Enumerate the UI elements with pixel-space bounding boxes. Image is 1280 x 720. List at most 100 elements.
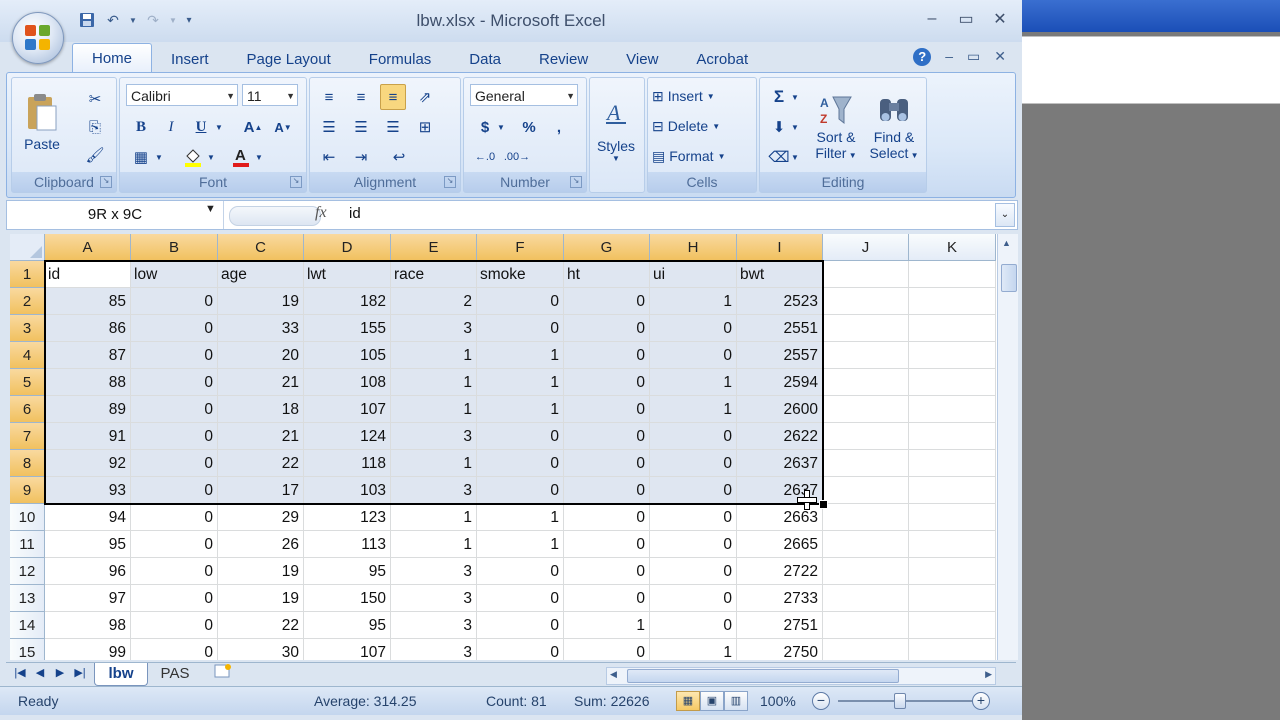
cell-g5[interactable]: 0	[564, 369, 650, 396]
percent-icon[interactable]: %	[516, 114, 542, 140]
align-middle-icon[interactable]: ≡	[348, 84, 374, 110]
cell-i2[interactable]: 2523	[737, 288, 823, 315]
cell-d10[interactable]: 123	[304, 504, 391, 531]
cell-h11[interactable]: 0	[650, 531, 737, 558]
zoom-level[interactable]: 100%	[760, 693, 796, 709]
cell-d2[interactable]: 182	[304, 288, 391, 315]
row-header-15[interactable]: 15	[10, 639, 45, 660]
column-header-i[interactable]: I	[737, 234, 823, 261]
italic-icon[interactable]: I	[158, 114, 184, 140]
row-header-8[interactable]: 8	[10, 450, 45, 477]
cell-d6[interactable]: 107	[304, 396, 391, 423]
cell-e12[interactable]: 3	[391, 558, 477, 585]
borders-icon[interactable]: ▦	[128, 144, 154, 170]
cell-g10[interactable]: 0	[564, 504, 650, 531]
zoom-in-icon[interactable]: +	[972, 692, 990, 710]
vertical-scrollbar[interactable]: ▲	[997, 234, 1018, 660]
cell-b15[interactable]: 0	[131, 639, 218, 660]
cell-h15[interactable]: 1	[650, 639, 737, 660]
cell-h2[interactable]: 1	[650, 288, 737, 315]
row-header-11[interactable]: 11	[10, 531, 45, 558]
cell-a5[interactable]: 88	[45, 369, 131, 396]
number-launcher-icon[interactable]: ↘	[570, 176, 582, 188]
column-header-k[interactable]: K	[909, 234, 996, 261]
cell-a6[interactable]: 89	[45, 396, 131, 423]
cell-g12[interactable]: 0	[564, 558, 650, 585]
fill-color-dropdown-icon[interactable]: ▼	[204, 144, 218, 170]
underline-icon[interactable]: U	[188, 114, 214, 140]
wrap-text-icon[interactable]: ↩	[386, 144, 412, 170]
cell-j8[interactable]	[823, 450, 909, 477]
cell-f3[interactable]: 0	[477, 315, 564, 342]
customize-qat-icon[interactable]: ▾	[182, 9, 196, 31]
cell-b7[interactable]: 0	[131, 423, 218, 450]
cell-e1[interactable]: race	[391, 261, 477, 288]
help-icon[interactable]: ?	[913, 48, 932, 66]
cell-b4[interactable]: 0	[131, 342, 218, 369]
cell-g11[interactable]: 0	[564, 531, 650, 558]
tab-insert[interactable]: Insert	[152, 46, 228, 72]
row-header-9[interactable]: 9	[10, 477, 45, 504]
cell-i13[interactable]: 2733	[737, 585, 823, 612]
cell-c2[interactable]: 19	[218, 288, 304, 315]
zoom-out-icon[interactable]: −	[812, 692, 830, 710]
cell-e8[interactable]: 1	[391, 450, 477, 477]
row-header-2[interactable]: 2	[10, 288, 45, 315]
column-header-h[interactable]: H	[650, 234, 737, 261]
column-header-j[interactable]: J	[823, 234, 909, 261]
horizontal-scroll-thumb[interactable]	[627, 669, 899, 683]
expand-formula-bar-icon[interactable]: ⌄	[995, 203, 1015, 227]
cell-j9[interactable]	[823, 477, 909, 504]
cell-h7[interactable]: 0	[650, 423, 737, 450]
cell-c10[interactable]: 29	[218, 504, 304, 531]
column-header-b[interactable]: B	[131, 234, 218, 261]
cell-e14[interactable]: 3	[391, 612, 477, 639]
row-header-4[interactable]: 4	[10, 342, 45, 369]
cell-d7[interactable]: 124	[304, 423, 391, 450]
font-launcher-icon[interactable]: ↘	[290, 176, 302, 188]
bold-icon[interactable]: B	[128, 114, 154, 140]
cell-i11[interactable]: 2665	[737, 531, 823, 558]
cell-d15[interactable]: 107	[304, 639, 391, 660]
cell-d1[interactable]: lwt	[304, 261, 391, 288]
tab-page-layout[interactable]: Page Layout	[228, 46, 350, 72]
cell-h14[interactable]: 0	[650, 612, 737, 639]
cell-d3[interactable]: 155	[304, 315, 391, 342]
cell-k1[interactable]	[909, 261, 996, 288]
cell-b8[interactable]: 0	[131, 450, 218, 477]
workbook-close-icon[interactable]: ✕	[994, 48, 1006, 66]
cell-h3[interactable]: 0	[650, 315, 737, 342]
cell-i1[interactable]: bwt	[737, 261, 823, 288]
cell-k8[interactable]	[909, 450, 996, 477]
cell-h10[interactable]: 0	[650, 504, 737, 531]
fill-dropdown-icon[interactable]: ▼	[788, 114, 802, 140]
decrease-indent-icon[interactable]: ⇤	[316, 144, 342, 170]
cell-b3[interactable]: 0	[131, 315, 218, 342]
cell-h9[interactable]: 0	[650, 477, 737, 504]
column-header-c[interactable]: C	[218, 234, 304, 261]
cell-e6[interactable]: 1	[391, 396, 477, 423]
row-header-14[interactable]: 14	[10, 612, 45, 639]
cell-a14[interactable]: 98	[45, 612, 131, 639]
cell-d14[interactable]: 95	[304, 612, 391, 639]
copy-icon[interactable]: ⎘	[82, 114, 108, 140]
row-header-3[interactable]: 3	[10, 315, 45, 342]
cell-j15[interactable]	[823, 639, 909, 660]
tab-review[interactable]: Review	[520, 46, 607, 72]
align-right-icon[interactable]: ☰	[380, 114, 406, 140]
cell-k3[interactable]	[909, 315, 996, 342]
cell-d9[interactable]: 103	[304, 477, 391, 504]
cell-j5[interactable]	[823, 369, 909, 396]
cell-f13[interactable]: 0	[477, 585, 564, 612]
cell-k15[interactable]	[909, 639, 996, 660]
cell-b14[interactable]: 0	[131, 612, 218, 639]
cell-a9[interactable]: 93	[45, 477, 131, 504]
cell-h1[interactable]: ui	[650, 261, 737, 288]
zoom-slider-knob[interactable]	[894, 693, 906, 709]
tab-view[interactable]: View	[607, 46, 677, 72]
cell-i12[interactable]: 2722	[737, 558, 823, 585]
cell-h5[interactable]: 1	[650, 369, 737, 396]
cell-e2[interactable]: 2	[391, 288, 477, 315]
row-header-13[interactable]: 13	[10, 585, 45, 612]
cell-k11[interactable]	[909, 531, 996, 558]
